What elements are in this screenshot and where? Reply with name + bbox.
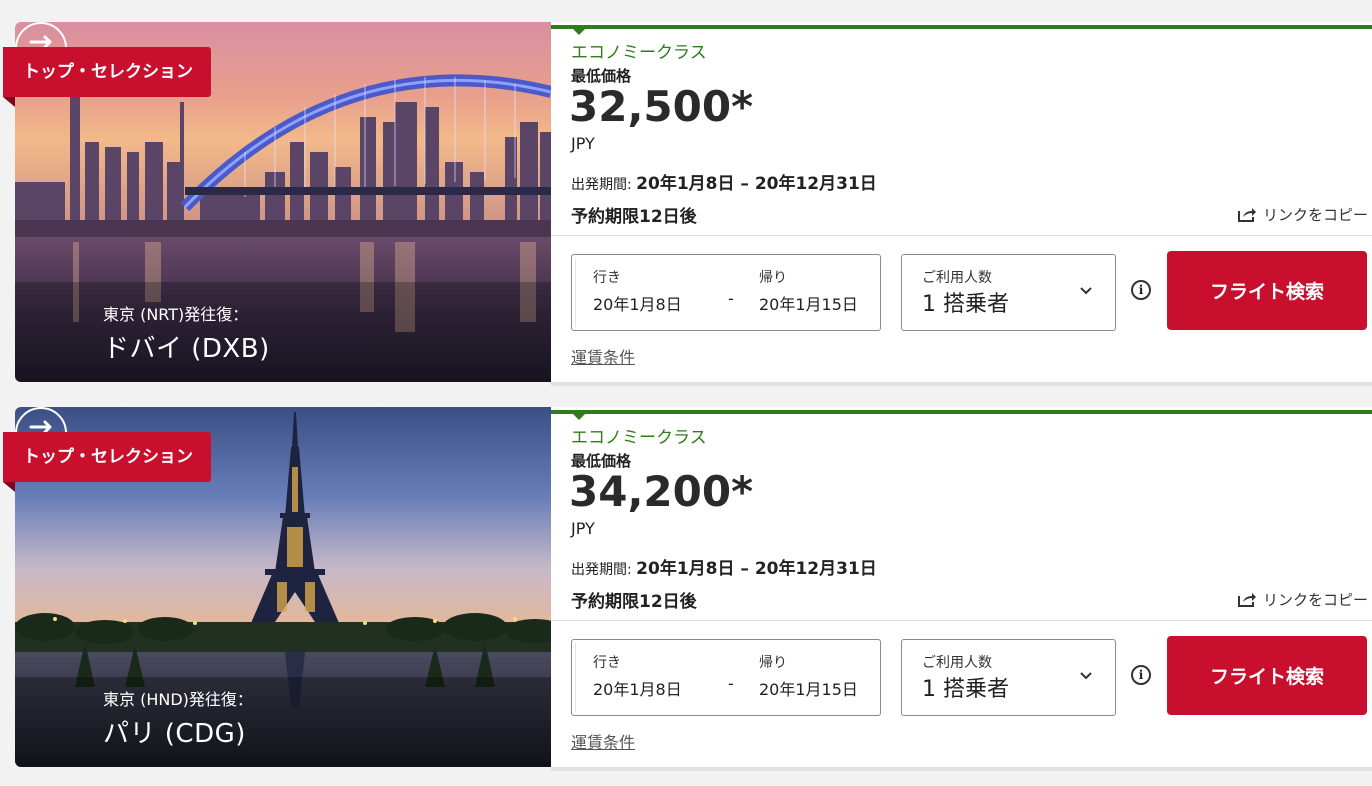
fare-conditions-link[interactable]: 運賃条件 xyxy=(571,344,635,368)
fare-panel: エコノミークラス 最低価格 34,200* JPY 出発期間: 20年1月8日 … xyxy=(551,407,1372,771)
info-icon[interactable]: i xyxy=(1131,280,1151,300)
cabin-accent-bar xyxy=(551,410,1372,414)
cabin-class: エコノミークラス xyxy=(571,428,707,448)
flight-search-button[interactable]: フライト検索 xyxy=(1167,636,1367,715)
travel-dates-field[interactable]: 行き 20年1月8日 - 帰り 20年1月15日 xyxy=(571,639,881,716)
return-label: 帰り xyxy=(759,655,787,671)
currency: JPY xyxy=(571,134,595,153)
destination-label: ドバイ (DXB) xyxy=(103,334,270,364)
travel-dates-field[interactable]: 行き 20年1月8日 - 帰り 20年1月15日 xyxy=(571,254,881,331)
top-selection-badge: トップ・セレクション xyxy=(3,432,211,482)
date-separator: - xyxy=(728,289,734,308)
price-value: 32,500* xyxy=(569,82,754,131)
passenger-label: ご利用人数 xyxy=(922,655,992,671)
chevron-down-icon xyxy=(1080,287,1092,295)
outbound-label: 行き xyxy=(593,655,621,671)
passenger-select[interactable]: ご利用人数 1 搭乗者 xyxy=(901,254,1116,331)
departure-period: 出発期間: 20年1月8日 – 20年12月31日 xyxy=(571,169,877,194)
price-value: 34,200* xyxy=(569,467,754,516)
return-date[interactable]: 20年1月15日 xyxy=(759,676,858,700)
flight-search-button[interactable]: フライト検索 xyxy=(1167,251,1367,330)
departure-period: 出発期間: 20年1月8日 – 20年12月31日 xyxy=(571,554,877,579)
passenger-value: 1 搭乗者 xyxy=(922,677,1009,702)
return-label: 帰り xyxy=(759,270,787,286)
passenger-select[interactable]: ご利用人数 1 搭乗者 xyxy=(901,639,1116,716)
fare-panel: エコノミークラス 最低価格 32,500* JPY 出発期間: 20年1月8日 … xyxy=(551,22,1372,386)
ribbon-fold xyxy=(3,482,15,492)
destination-label: パリ (CDG) xyxy=(103,719,246,749)
passenger-value: 1 搭乗者 xyxy=(922,292,1009,317)
booking-deadline: 予約期限12日後 xyxy=(571,592,697,612)
departure-period-label: 出発期間: xyxy=(571,562,632,578)
origin-label: 東京 (NRT)発往復： xyxy=(103,305,249,324)
outbound-label: 行き xyxy=(593,270,621,286)
fare-conditions-link[interactable]: 運賃条件 xyxy=(571,729,635,753)
copy-link-button[interactable]: リンクをコピー xyxy=(1237,204,1368,225)
travel-dates-inner: 行き 20年1月8日 - 帰り 20年1月15日 xyxy=(575,258,877,327)
departure-period-value: 20年1月8日 – 20年12月31日 xyxy=(636,174,877,194)
cabin-accent-bar xyxy=(551,25,1372,29)
date-separator: - xyxy=(728,674,734,693)
departure-period-label: 出発期間: xyxy=(571,177,632,193)
ribbon-fold xyxy=(3,97,15,107)
cabin-accent-notch xyxy=(573,414,585,420)
share-icon xyxy=(1237,208,1256,222)
cabin-accent-notch xyxy=(573,29,585,35)
copy-link-button[interactable]: リンクをコピー xyxy=(1237,589,1368,610)
currency: JPY xyxy=(571,519,595,538)
return-date[interactable]: 20年1月15日 xyxy=(759,291,858,315)
deal-card-paris: 東京 (HND)発往復： パリ (CDG) トップ・セレクション エコノミークラ… xyxy=(3,407,1372,771)
deal-card-dubai: 東京 (NRT)発往復： ドバイ (DXB) トップ・セレクション エコノミーク… xyxy=(3,22,1372,386)
departure-period-value: 20年1月8日 – 20年12月31日 xyxy=(636,559,877,579)
outbound-date[interactable]: 20年1月8日 xyxy=(593,676,682,700)
divider xyxy=(551,235,1372,236)
passenger-label: ご利用人数 xyxy=(922,270,992,286)
origin-label: 東京 (HND)発往復： xyxy=(103,690,253,709)
cabin-class: エコノミークラス xyxy=(571,43,707,63)
share-icon xyxy=(1237,593,1256,607)
info-icon[interactable]: i xyxy=(1131,665,1151,685)
chevron-down-icon xyxy=(1080,672,1092,680)
travel-dates-inner: 行き 20年1月8日 - 帰り 20年1月15日 xyxy=(575,643,877,712)
copy-link-label: リンクをコピー xyxy=(1262,591,1368,609)
divider xyxy=(551,620,1372,621)
top-selection-badge: トップ・セレクション xyxy=(3,47,211,97)
booking-deadline: 予約期限12日後 xyxy=(571,207,697,227)
outbound-date[interactable]: 20年1月8日 xyxy=(593,291,682,315)
copy-link-label: リンクをコピー xyxy=(1262,206,1368,224)
